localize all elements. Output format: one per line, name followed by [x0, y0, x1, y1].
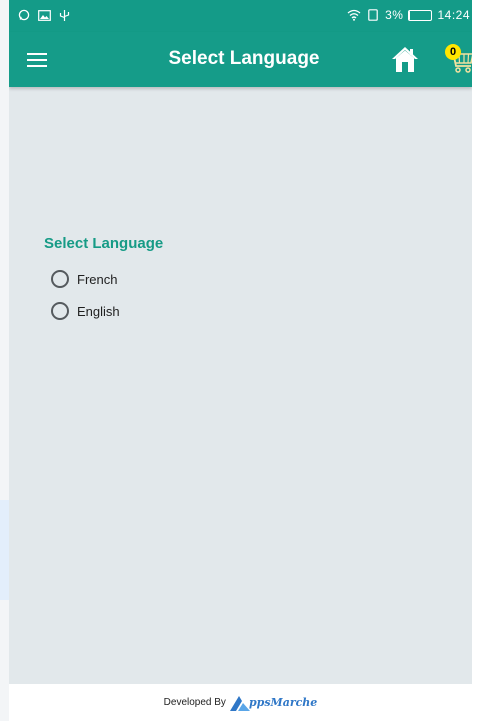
page-title: Select Language [168, 48, 320, 69]
home-button[interactable] [390, 44, 420, 74]
home-icon [392, 47, 418, 72]
whatsapp-icon [17, 8, 31, 22]
cart-button[interactable]: 0 [441, 40, 472, 76]
status-left-icons [17, 8, 71, 22]
app-area: 3% 14:24 Select Language 0 Select Langua… [9, 0, 472, 684]
usb-icon [57, 8, 71, 22]
battery-percent: 3% [385, 8, 404, 22]
left-edge-strip [0, 0, 10, 721]
status-right-icons: 3% 14:24 [347, 8, 470, 22]
status-bar: 3% 14:24 [9, 0, 472, 32]
radio-option-english[interactable]: English [51, 302, 120, 320]
footer: Developed By ppsMarche [9, 684, 472, 721]
brand-logo: ppsMarche [229, 694, 317, 712]
screen: 3% 14:24 Select Language 0 Select Langua… [0, 0, 481, 721]
radio-button-icon[interactable] [51, 270, 69, 288]
wifi-icon [347, 8, 361, 22]
hamburger-menu-icon [27, 53, 47, 67]
radio-label-english: English [77, 303, 120, 319]
battery-icon [408, 9, 433, 21]
right-edge-strip [472, 0, 481, 721]
footer-prefix: Developed By [163, 697, 226, 708]
radio-label-french: French [77, 271, 118, 287]
status-time: 14:24 [437, 8, 470, 22]
menu-button[interactable] [23, 46, 51, 74]
brand-logo-icon [229, 695, 250, 711]
sim-icon [366, 8, 380, 22]
image-icon [37, 8, 51, 22]
radio-option-french[interactable]: French [51, 270, 117, 288]
cart-count-badge: 0 [445, 44, 461, 60]
section-title: Select Language [44, 235, 164, 252]
app-bar: Select Language 0 [9, 32, 472, 87]
radio-button-icon[interactable] [51, 302, 69, 320]
battery-fill [409, 10, 411, 20]
brand-logo-text: ppsMarche [248, 696, 318, 709]
